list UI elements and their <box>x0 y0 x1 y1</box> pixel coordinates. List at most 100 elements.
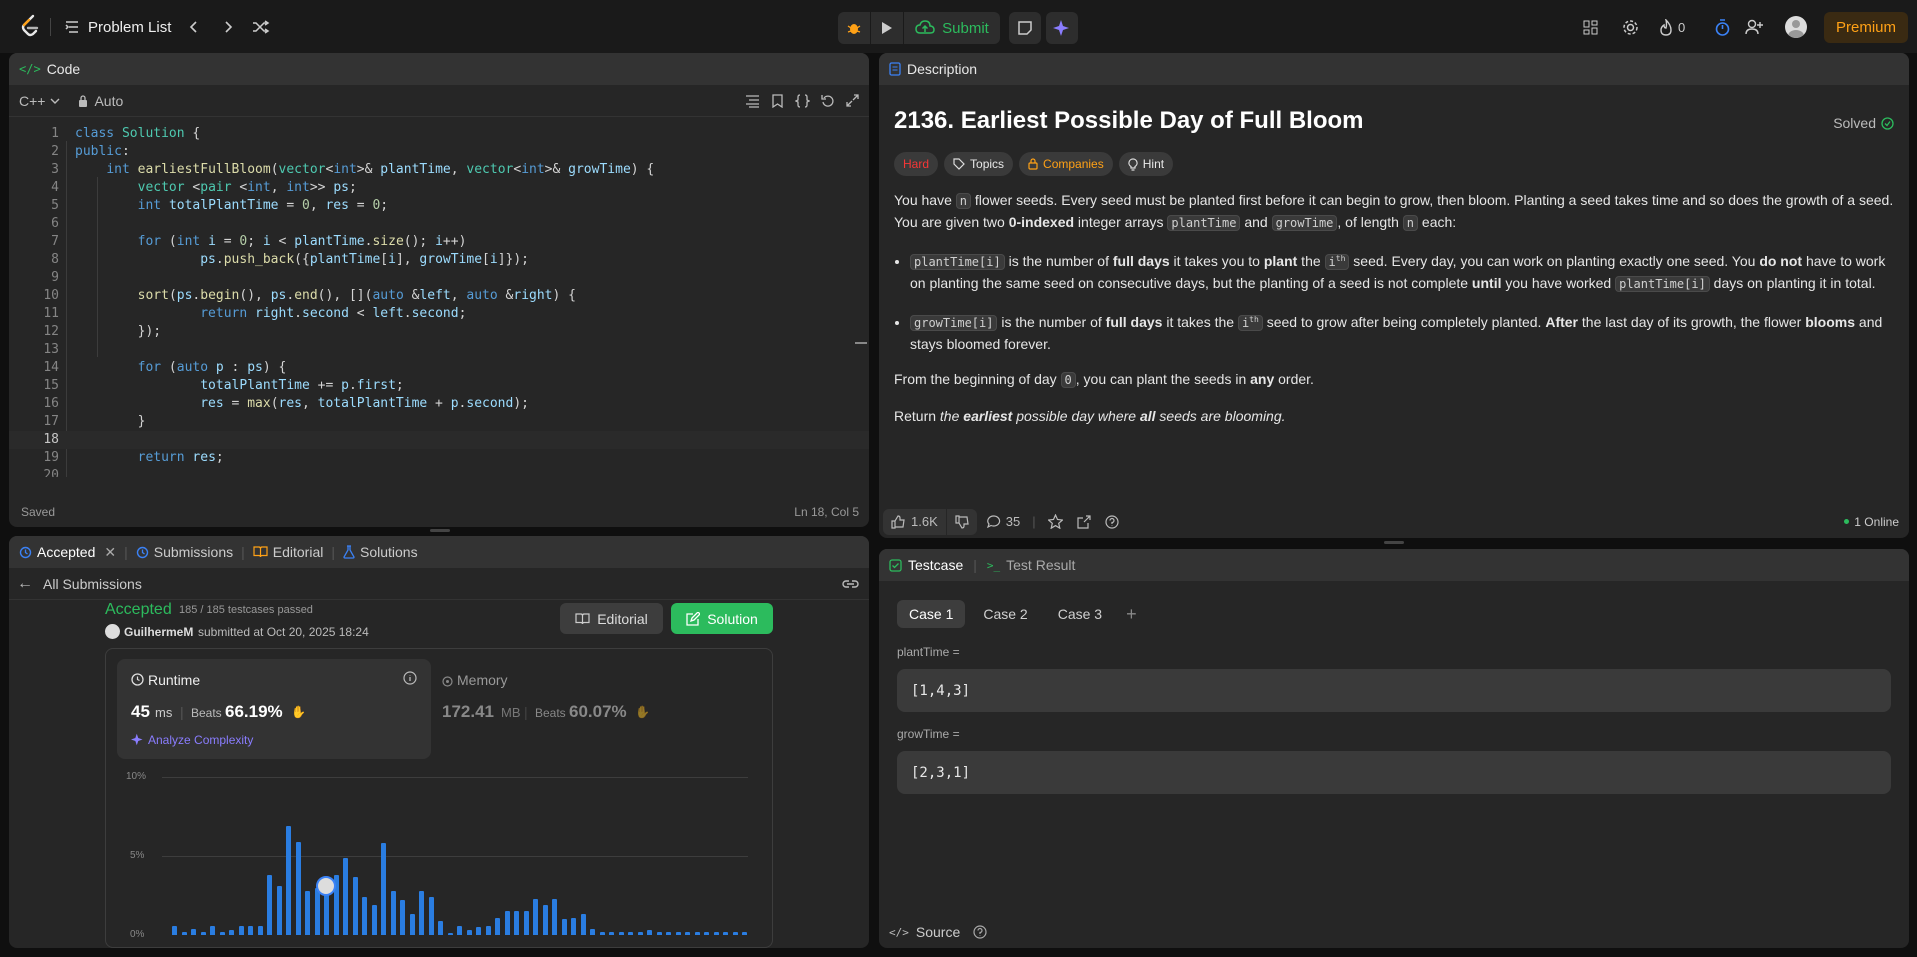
plant-time-input[interactable]: [1,4,3] <box>897 669 1891 712</box>
code-editor[interactable]: 1 class Solution {2 public: 3 int earliestF… <box>9 117 869 477</box>
premium-button[interactable]: Premium <box>1824 12 1908 43</box>
tab-solutions[interactable]: Solutions <box>343 544 418 560</box>
auto-mode[interactable]: Auto <box>78 93 123 109</box>
notes-button[interactable] <box>1009 12 1041 44</box>
comments-button[interactable]: 35 <box>986 514 1020 529</box>
avatar[interactable] <box>1785 16 1807 38</box>
chart-bar[interactable] <box>704 931 709 935</box>
all-submissions-link[interactable]: All Submissions <box>43 576 142 592</box>
code-line[interactable]: 17 } <box>9 413 869 431</box>
code-line[interactable]: 13 <box>9 341 869 359</box>
chart-bar[interactable] <box>409 914 415 935</box>
chart-bar[interactable] <box>599 931 605 935</box>
code-line[interactable]: 8 ps.push_back({plantTime[i], growTime[i… <box>9 251 869 269</box>
problem-title[interactable]: 2136. Earliest Possible Day of Full Bloo… <box>894 107 1894 135</box>
code-line[interactable]: 18 <box>9 431 869 449</box>
debug-button[interactable] <box>838 12 870 44</box>
chart-bar[interactable] <box>552 898 557 935</box>
chart-bar[interactable] <box>390 890 396 935</box>
chart-bar[interactable] <box>295 841 301 935</box>
runtime-card[interactable]: Runtime 45 ms | Beats 66.19% ✋ Analyze C… <box>117 659 431 759</box>
chart-bar[interactable] <box>590 928 595 935</box>
description-tab[interactable]: Description <box>907 61 977 77</box>
chart-bar[interactable] <box>248 925 253 935</box>
ai-assist-button[interactable] <box>1046 12 1078 44</box>
chart-bar[interactable] <box>257 925 263 935</box>
chart-bar[interactable] <box>504 911 510 935</box>
code-line[interactable]: 16 res = max(res, totalPlantTime + p.sec… <box>9 395 869 413</box>
source-button[interactable]: </> Source <box>889 924 987 940</box>
chart-bar[interactable] <box>362 897 367 935</box>
bookmark-icon[interactable] <box>771 94 784 108</box>
submitter-name[interactable]: GuilhermeM <box>124 625 193 639</box>
chart-bar[interactable] <box>666 931 671 935</box>
chart-bar[interactable] <box>533 898 538 935</box>
chart-bar[interactable] <box>457 925 462 935</box>
chart-bar[interactable] <box>400 900 405 935</box>
add-case-icon[interactable]: + <box>1126 604 1137 625</box>
expand-icon[interactable] <box>846 94 859 107</box>
code-line[interactable]: 5 int totalPlantTime = 0, res = 0; <box>9 197 869 215</box>
code-line[interactable]: 3 int earliestFullBloom(vector<int>& pla… <box>9 161 869 179</box>
case-tab-2[interactable]: Case 2 <box>971 600 1039 628</box>
analyze-complexity-link[interactable]: Analyze Complexity <box>148 733 253 747</box>
chart-bar[interactable] <box>428 897 434 935</box>
chart-bar[interactable] <box>172 925 177 935</box>
test-result-tab[interactable]: Test Result <box>1006 557 1075 573</box>
info-icon[interactable] <box>403 671 417 685</box>
chart-bar[interactable] <box>381 843 386 935</box>
chart-bar[interactable] <box>694 931 700 935</box>
code-line[interactable]: 19 return res; <box>9 449 869 467</box>
code-line[interactable]: 20 <box>9 467 869 477</box>
code-line[interactable]: 1 class Solution { <box>9 125 869 143</box>
chart-bar[interactable] <box>485 925 491 935</box>
code-line[interactable]: 4 vector <pair <int, int>> ps; <box>9 179 869 197</box>
help-icon[interactable] <box>1105 514 1119 529</box>
hint-tag[interactable]: Hint <box>1118 152 1174 176</box>
chart-bar[interactable] <box>476 927 481 935</box>
tab-accepted[interactable]: Accepted ✕ <box>19 544 116 561</box>
chart-bar[interactable] <box>314 887 320 935</box>
settings-button[interactable] <box>1620 17 1640 37</box>
chart-bar[interactable] <box>181 931 187 935</box>
share-icon[interactable] <box>1077 514 1091 529</box>
chart-bar[interactable] <box>647 930 652 935</box>
editorial-button[interactable]: Editorial <box>560 603 663 634</box>
chart-bar[interactable] <box>723 931 728 935</box>
case-tab-3[interactable]: Case 3 <box>1046 600 1114 628</box>
dislike-button[interactable] <box>946 508 977 535</box>
code-line[interactable]: 7 for (int i = 0; i < plantTime.size(); … <box>9 233 869 251</box>
reset-icon[interactable] <box>821 94 835 108</box>
chart-bar[interactable] <box>466 930 472 935</box>
code-line[interactable]: 9 <box>9 269 869 287</box>
chart-bar[interactable] <box>685 931 690 935</box>
chart-bar[interactable] <box>713 931 719 935</box>
code-line[interactable]: 6 <box>9 215 869 233</box>
code-line[interactable]: 12 }); <box>9 323 869 341</box>
chart-bar[interactable] <box>305 890 310 935</box>
chart-bar[interactable] <box>628 931 633 935</box>
chart-bar[interactable] <box>580 914 586 935</box>
next-problem-button[interactable] <box>218 17 238 37</box>
chart-bar[interactable] <box>523 911 529 935</box>
leetcode-logo-icon[interactable] <box>18 12 42 40</box>
chart-bar[interactable] <box>561 919 567 935</box>
code-line[interactable]: 11 return right.second < left.second; <box>9 305 869 323</box>
horizontal-resize-handle[interactable] <box>430 529 450 532</box>
chart-bar[interactable] <box>210 925 215 935</box>
chart-bar[interactable] <box>276 886 282 935</box>
chart-bar[interactable] <box>609 931 614 935</box>
chart-bar[interactable] <box>732 931 738 935</box>
case-tab-1[interactable]: Case 1 <box>897 600 966 628</box>
language-select[interactable]: C++ <box>19 93 60 109</box>
grow-time-input[interactable]: [2,3,1] <box>897 751 1891 794</box>
chart-bar[interactable] <box>267 874 272 935</box>
chart-bar[interactable] <box>286 825 291 935</box>
layout-button[interactable] <box>1580 17 1600 37</box>
code-line[interactable]: 10 sort(ps.begin(), ps.end(), [](auto &l… <box>9 287 869 305</box>
chart-bar[interactable] <box>637 931 643 935</box>
companies-tag[interactable]: Companies <box>1019 152 1113 176</box>
random-problem-button[interactable] <box>250 17 272 37</box>
chart-bar[interactable] <box>419 890 424 935</box>
tab-submissions[interactable]: Submissions <box>136 544 233 560</box>
